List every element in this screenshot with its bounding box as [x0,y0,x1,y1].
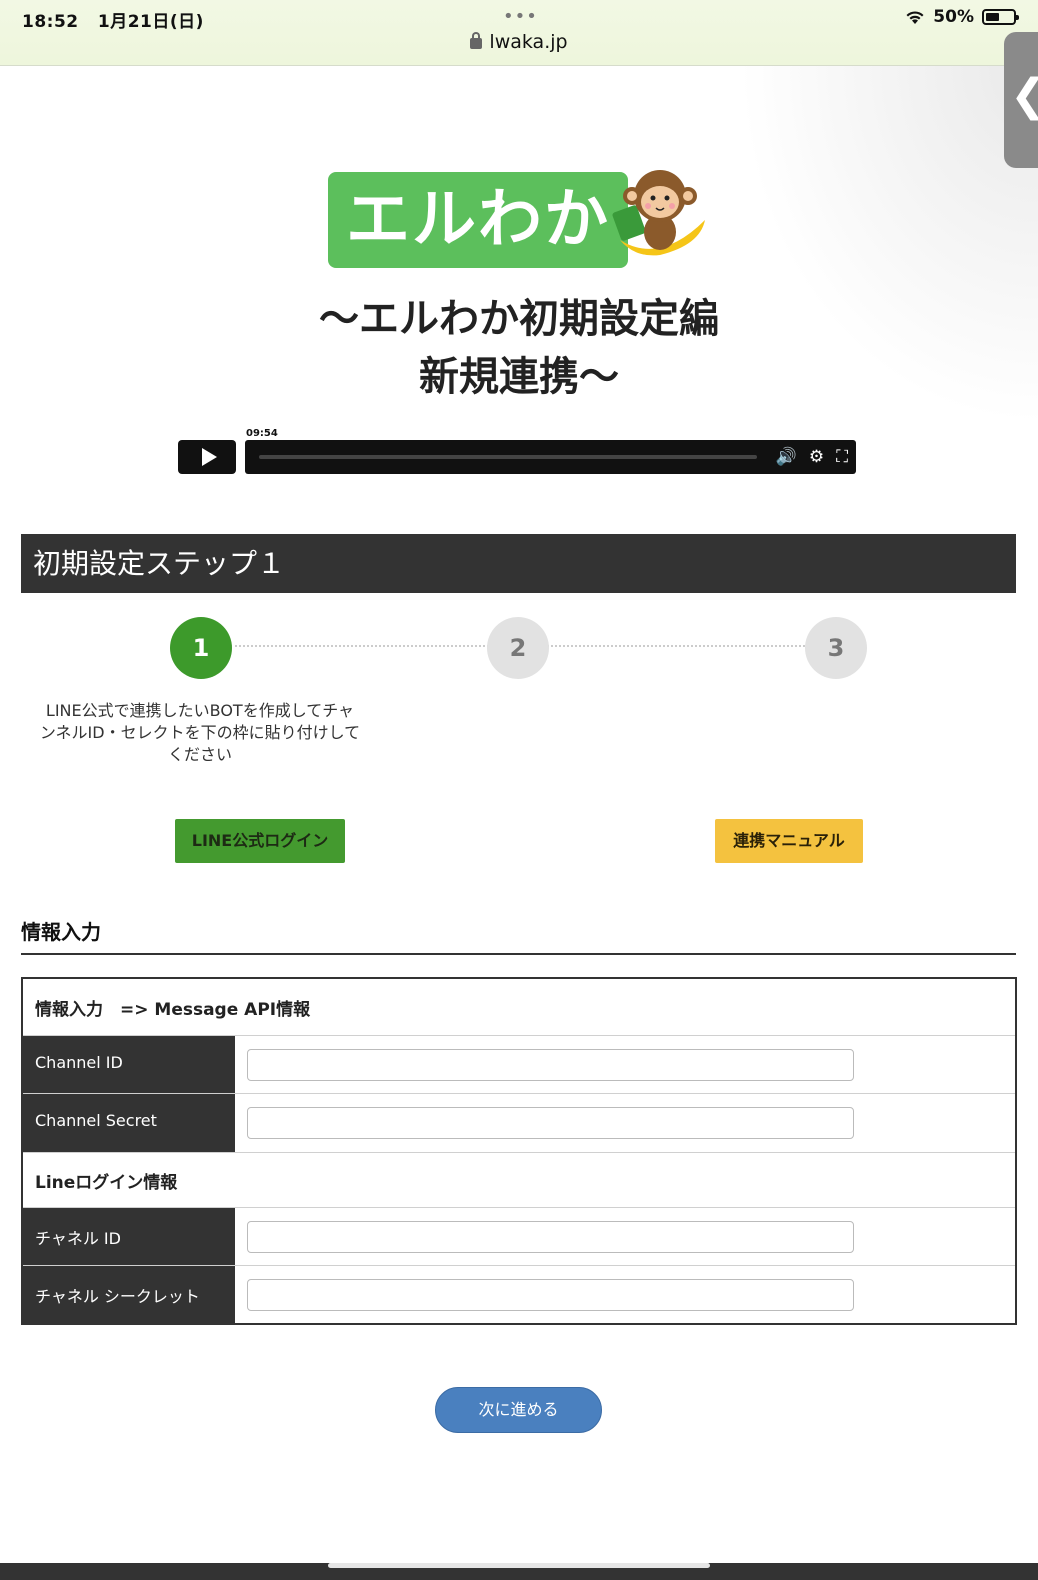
login-channel-id-label: チャネル ID [23,1208,235,1265]
status-time: 18:52 1月21日(日) [22,7,204,32]
side-panel-handle[interactable]: ❮ [1004,32,1038,168]
battery-percent: 50% [933,7,974,27]
status-indicators: 50% [905,7,1019,27]
form-group-header: Lineログイン情報 [23,1152,1015,1207]
settings-gear-icon[interactable]: ⚙ [809,447,824,467]
play-icon [201,448,217,466]
status-date: 1月21日(日) [97,12,204,32]
lock-icon [470,32,483,49]
login-channel-secret-label: チャネル シークレット [23,1266,235,1323]
wifi-icon [906,10,924,24]
video-title: ～エルわか初期設定編 新規連携～ [0,290,1038,406]
player-icon-group: 🔊 ⚙ ⛶ [776,447,848,467]
fullscreen-icon[interactable]: ⛶ [836,447,848,467]
step-header: 初期設定ステップ１ [21,534,1016,593]
video-title-line1: ～エルわか初期設定編 [319,296,719,342]
status-clock: 18:52 [22,12,79,32]
input-cell [235,1208,1015,1265]
form-group-header: 情報入力 => Message API情報 [23,979,1015,1035]
home-indicator [328,1563,710,1568]
monkey-mascot-icon [612,170,705,256]
channel-id-label: Channel ID [23,1036,235,1093]
channel-secret-label: Channel Secret [23,1094,235,1152]
chevron-left-icon: ❮ [1010,70,1038,121]
form-row: チャネル ID [23,1207,1015,1265]
line-login-button[interactable]: LINE公式ログイン [175,819,345,863]
form-row: Channel Secret [23,1093,1015,1152]
video-duration: 09:54 [244,428,280,439]
video-player: 🔊 ⚙ ⛶ 09:54 [178,428,860,476]
info-form: 情報入力 => Message API情報 Channel ID Channel… [21,977,1017,1325]
play-button[interactable] [178,440,236,474]
login-channel-secret-input[interactable] [247,1278,854,1311]
section-title: 情報入力 [21,916,1016,955]
channel-secret-input[interactable] [247,1107,854,1139]
step-description: LINE公式で連携したいBOTを作成してチャンネルID・セレクトを下の枠に貼り付… [39,701,361,764]
form-row: Channel ID [23,1035,1015,1093]
login-channel-id-input[interactable] [247,1220,854,1253]
url-text: lwaka.jp [489,31,568,53]
next-button[interactable]: 次に進める [435,1387,602,1433]
logo-text: エルわか [328,172,628,268]
battery-icon [982,9,1019,25]
form-row: チャネル シークレット [23,1265,1015,1323]
step-2-indicator: 2 [487,617,549,679]
channel-id-input[interactable] [247,1048,854,1081]
site-logo: エルわか [328,160,710,268]
url-bar[interactable]: lwaka.jp [0,31,1038,53]
status-bar: 18:52 1月21日(日) ••• 50% lwaka.jp [0,0,1038,66]
step-1-indicator: 1 [170,617,232,679]
more-dots-icon[interactable]: ••• [503,6,538,27]
manual-button[interactable]: 連携マニュアル [715,819,863,863]
input-cell [235,1266,1015,1323]
volume-icon[interactable]: 🔊 [776,447,797,467]
step-3-indicator: 3 [805,617,867,679]
input-cell [235,1036,1015,1093]
line-login-heading: Lineログイン情報 [35,1172,178,1193]
player-controls: 🔊 ⚙ ⛶ [245,440,856,474]
input-cell [235,1094,1015,1152]
video-title-line2: 新規連携～ [419,354,619,400]
message-api-heading: 情報入力 => Message API情報 [35,999,311,1020]
progress-scrubber[interactable] [259,455,757,459]
